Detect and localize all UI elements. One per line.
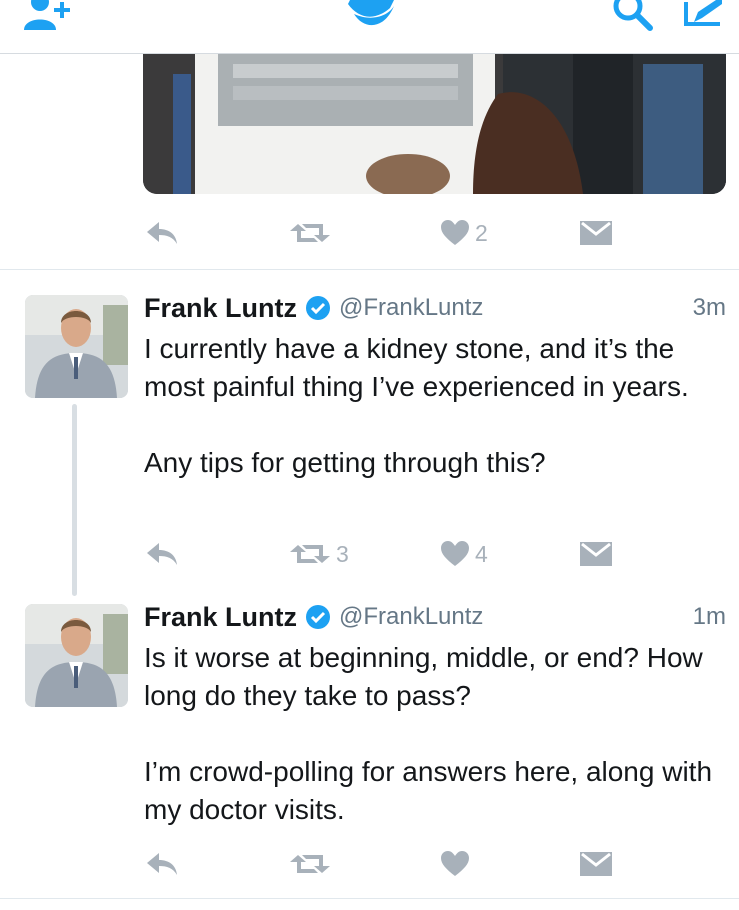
reply-button[interactable] [147, 215, 179, 251]
tweet-divider [0, 269, 739, 270]
tweet-text: I currently have a kidney stone, and it’… [144, 333, 689, 478]
search-icon[interactable] [610, 0, 656, 32]
direct-message-button[interactable] [580, 846, 612, 882]
envelope-icon [580, 542, 612, 566]
heart-icon [441, 851, 469, 876]
reply-icon [147, 222, 177, 244]
tweet-actions-previous: 2 [143, 215, 623, 251]
timestamp[interactable]: 3m [693, 294, 726, 322]
tweet-header: Frank Luntz @FrankLuntz 3m [144, 290, 726, 326]
retweet-button[interactable] [290, 846, 330, 882]
envelope-icon [580, 221, 612, 245]
heart-icon [441, 220, 469, 245]
direct-message-button[interactable] [580, 215, 612, 251]
like-button[interactable]: 2 [441, 215, 488, 251]
thread-connector-line [72, 404, 77, 596]
retweet-count: 3 [336, 540, 349, 567]
like-button[interactable] [441, 846, 469, 882]
heart-icon [441, 541, 469, 566]
timestamp[interactable]: 1m [693, 603, 726, 631]
like-count: 4 [475, 540, 488, 567]
verified-badge-icon [306, 605, 330, 629]
user-handle[interactable]: @FrankLuntz [339, 603, 483, 631]
retweet-icon [290, 545, 330, 563]
tweet-divider [0, 898, 739, 899]
tweet-header: Frank Luntz @FrankLuntz 1m [144, 599, 726, 635]
tweet-text: Is it worse at beginning, middle, or end… [144, 642, 713, 825]
retweet-button[interactable] [290, 215, 330, 251]
reply-button[interactable] [147, 536, 179, 572]
tweet-actions [143, 846, 623, 882]
retweet-icon [290, 224, 330, 242]
reply-icon [147, 543, 177, 565]
reply-button[interactable] [147, 846, 179, 882]
twitter-bird-icon[interactable] [344, 0, 398, 32]
verified-badge-icon [306, 296, 330, 320]
like-count: 2 [475, 219, 488, 246]
like-button[interactable]: 4 [441, 536, 488, 572]
avatar[interactable] [25, 295, 128, 398]
tweet-actions: 3 4 [143, 536, 623, 572]
direct-message-button[interactable] [580, 536, 612, 572]
compose-icon[interactable] [680, 0, 728, 32]
display-name[interactable]: Frank Luntz [144, 293, 297, 324]
user-handle[interactable]: @FrankLuntz [339, 294, 483, 322]
envelope-icon [580, 852, 612, 876]
add-user-icon[interactable] [24, 0, 76, 30]
display-name[interactable]: Frank Luntz [144, 602, 297, 633]
retweet-icon [290, 855, 330, 873]
retweet-button[interactable]: 3 [290, 536, 349, 572]
tweet-media-image[interactable] [143, 54, 726, 194]
top-nav-bar [0, 0, 739, 54]
reply-icon [147, 853, 177, 875]
avatar[interactable] [25, 604, 128, 707]
